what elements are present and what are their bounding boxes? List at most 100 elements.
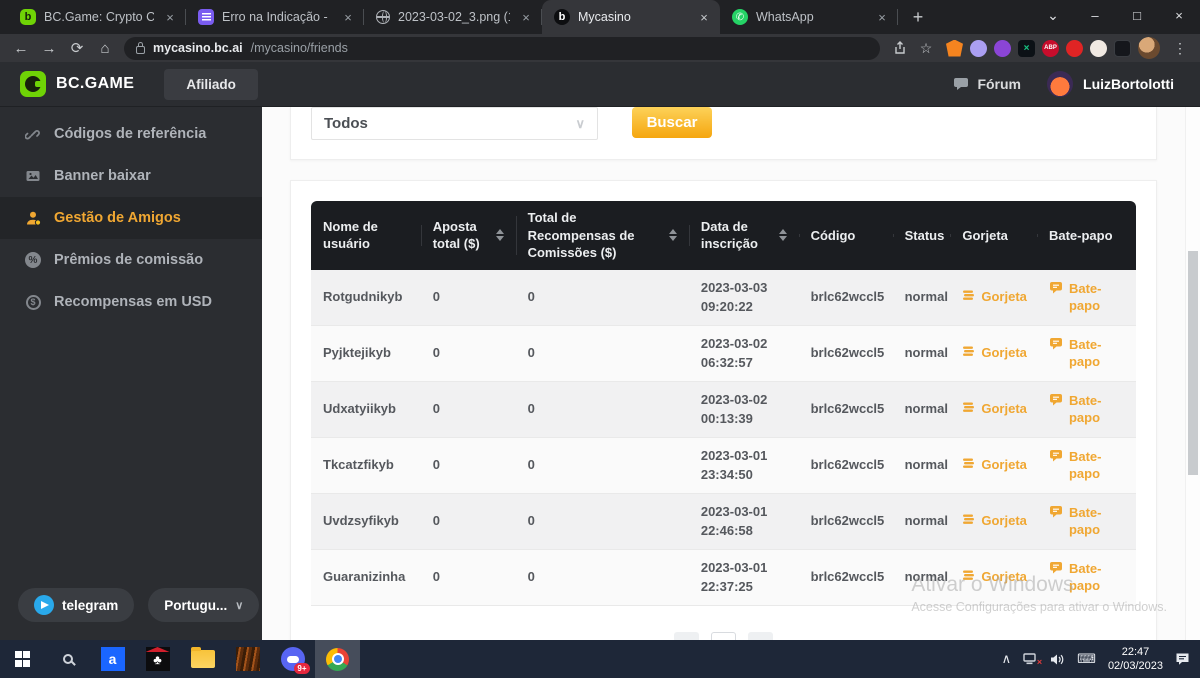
gorjeta-link[interactable]: Gorjeta — [962, 512, 1025, 530]
home-button[interactable]: ⌂ — [92, 36, 118, 60]
language-selector[interactable]: Portugu... ∨ — [148, 588, 259, 622]
sort-icon[interactable] — [496, 229, 504, 241]
tab-close-icon[interactable]: × — [518, 9, 534, 25]
column-header-signup-date[interactable]: Data de inscrição — [689, 210, 799, 261]
cell-commission-rewards: 0 — [516, 279, 689, 315]
stop-hand-extension-icon[interactable] — [1066, 40, 1083, 57]
tab-bcgame[interactable]: b BC.Game: Crypto Casino Gam × — [8, 0, 186, 34]
extensions-puzzle-icon[interactable] — [1090, 40, 1107, 57]
tab-erro-indicacao[interactable]: Erro na Indicação - BC.Game × — [186, 0, 364, 34]
bate-papo-link[interactable]: Bate-papo — [1049, 392, 1124, 427]
bookmark-star-icon[interactable]: ☆ — [914, 36, 938, 60]
tab-close-icon[interactable]: × — [162, 9, 178, 25]
address-bar[interactable]: mycasino.bc.ai /mycasino/friends — [124, 37, 880, 60]
browser-menu-icon[interactable]: ⋮ — [1168, 36, 1192, 60]
gorjeta-link[interactable]: Gorjeta — [962, 568, 1025, 586]
dark-extension-icon[interactable] — [1114, 40, 1131, 57]
pagination-prev-button[interactable]: ‹ — [674, 632, 699, 640]
cell-username: Pyjktejikyb — [311, 335, 421, 371]
cell-username: Rotgudnikyb — [311, 279, 421, 315]
taskbar-game-app[interactable] — [225, 640, 270, 678]
gorjeta-link[interactable]: Gorjeta — [962, 400, 1025, 418]
chrome-icon — [326, 648, 349, 671]
tab-close-icon[interactable]: × — [696, 9, 712, 25]
tab-search-chevron-icon[interactable]: ⌄ — [1032, 0, 1074, 30]
browser-toolbar: ← → ⟳ ⌂ mycasino.bc.ai /mycasino/friends… — [0, 34, 1200, 62]
page-layout: Códigos de referência Banner baixar — [0, 107, 1200, 640]
start-button[interactable] — [0, 640, 45, 678]
volume-icon[interactable] — [1050, 653, 1065, 666]
share-icon[interactable] — [888, 36, 912, 60]
buscar-button[interactable]: Buscar — [632, 107, 712, 138]
taskbar-clock[interactable]: 22:47 02/03/2023 — [1108, 645, 1163, 674]
sidebar-item-gestao-de-amigos[interactable]: Gestão de Amigos — [0, 197, 262, 239]
green-x-extension-icon[interactable]: × — [1018, 40, 1035, 57]
tab-title: Erro na Indicação - BC.Game — [222, 10, 332, 24]
sort-icon[interactable] — [669, 229, 677, 241]
bate-papo-link[interactable]: Bate-papo — [1049, 504, 1124, 539]
bcgame-logo-icon[interactable] — [20, 71, 46, 97]
sidebar-item-recompensas-em-usd[interactable]: $ Recompensas em USD — [0, 281, 262, 323]
forward-button[interactable]: → — [36, 36, 62, 60]
screen: b BC.Game: Crypto Casino Gam × Erro na I… — [0, 0, 1200, 678]
forum-link[interactable]: Fórum — [953, 76, 1021, 92]
taskbar-casino-app[interactable]: ♣ — [135, 640, 180, 678]
cell-total-bet: 0 — [421, 335, 516, 371]
purple-extension-icon[interactable] — [994, 40, 1011, 57]
scrollbar-thumb[interactable] — [1188, 251, 1198, 475]
window-maximize-button[interactable]: □ — [1116, 0, 1158, 30]
user-avatar[interactable] — [1047, 71, 1073, 97]
sidebar-item-codigos-de-referencia[interactable]: Códigos de referência — [0, 113, 262, 155]
phantom-icon[interactable] — [970, 40, 987, 57]
column-header-chat: Bate-papo — [1037, 219, 1136, 253]
taskbar-search-button[interactable] — [45, 640, 90, 678]
network-error-icon[interactable]: × — [1023, 653, 1038, 665]
filter-select[interactable]: Todos ∨ — [311, 107, 598, 140]
window-minimize-button[interactable]: – — [1074, 0, 1116, 30]
bate-papo-link[interactable]: Bate-papo — [1049, 336, 1124, 371]
metamask-icon[interactable] — [946, 40, 963, 57]
tab-mycasino-active[interactable]: b Mycasino × — [542, 0, 720, 34]
tab-close-icon[interactable]: × — [874, 9, 890, 25]
bate-papo-link[interactable]: Bate-papo — [1049, 560, 1124, 595]
sort-icon[interactable] — [779, 229, 787, 241]
table-header-row: Nome de usuário Aposta total ($) Total d… — [311, 201, 1136, 270]
page-scrollbar[interactable] — [1185, 107, 1200, 640]
touch-keyboard-icon[interactable]: ⌨ — [1077, 651, 1096, 667]
action-center-icon[interactable] — [1175, 652, 1190, 666]
header-right: Fórum LuizBortolotti — [953, 71, 1174, 97]
bate-papo-link[interactable]: Bate-papo — [1049, 448, 1124, 483]
sidebar-item-premios-de-comissao[interactable]: % Prêmios de comissão — [0, 239, 262, 281]
gorjeta-link[interactable]: Gorjeta — [962, 456, 1025, 474]
tab-png-image[interactable]: 2023-03-02_3.png (1024×76 × — [364, 0, 542, 34]
column-header-total-bet[interactable]: Aposta total ($) — [421, 210, 516, 261]
user-name[interactable]: LuizBortolotti — [1083, 76, 1174, 92]
pagination-next-button[interactable]: › — [748, 632, 773, 640]
pagination-page-1[interactable]: 1 — [711, 632, 736, 640]
gorjeta-link[interactable]: Gorjeta — [962, 288, 1025, 306]
sidebar-item-banner-baixar[interactable]: Banner baixar — [0, 155, 262, 197]
cell-tip: Gorjeta — [950, 392, 1037, 426]
afiliado-tab[interactable]: Afiliado — [164, 69, 258, 100]
taskbar-file-explorer[interactable] — [180, 640, 225, 678]
taskbar-chrome-active[interactable] — [315, 640, 360, 678]
bate-papo-link[interactable]: Bate-papo — [1049, 280, 1124, 315]
telegram-button[interactable]: telegram — [18, 588, 134, 622]
back-button[interactable]: ← — [8, 36, 34, 60]
reload-button[interactable]: ⟳ — [64, 36, 90, 60]
hidden-icons-chevron[interactable]: ∧ — [1002, 651, 1012, 667]
gorjeta-link[interactable]: Gorjeta — [962, 344, 1025, 362]
language-label: Portugu... — [164, 598, 227, 613]
tab-close-icon[interactable]: × — [340, 9, 356, 25]
taskbar-discord[interactable]: 9+ — [270, 640, 315, 678]
cell-total-bet: 0 — [421, 279, 516, 315]
tab-whatsapp[interactable]: ✆ WhatsApp × — [720, 0, 898, 34]
column-header-commission-rewards[interactable]: Total de Recompensas de Comissões ($) — [516, 201, 689, 270]
tab-title: Mycasino — [578, 10, 688, 24]
table-body: Rotgudnikyb 0 0 2023-03-0309:20:22 brlc6… — [311, 270, 1136, 606]
new-tab-button[interactable]: + — [904, 3, 932, 31]
window-close-button[interactable]: × — [1158, 0, 1200, 30]
taskbar-amd-app[interactable]: a — [90, 640, 135, 678]
adblock-plus-icon[interactable]: ABP — [1042, 40, 1059, 57]
browser-profile-avatar[interactable] — [1138, 37, 1160, 59]
